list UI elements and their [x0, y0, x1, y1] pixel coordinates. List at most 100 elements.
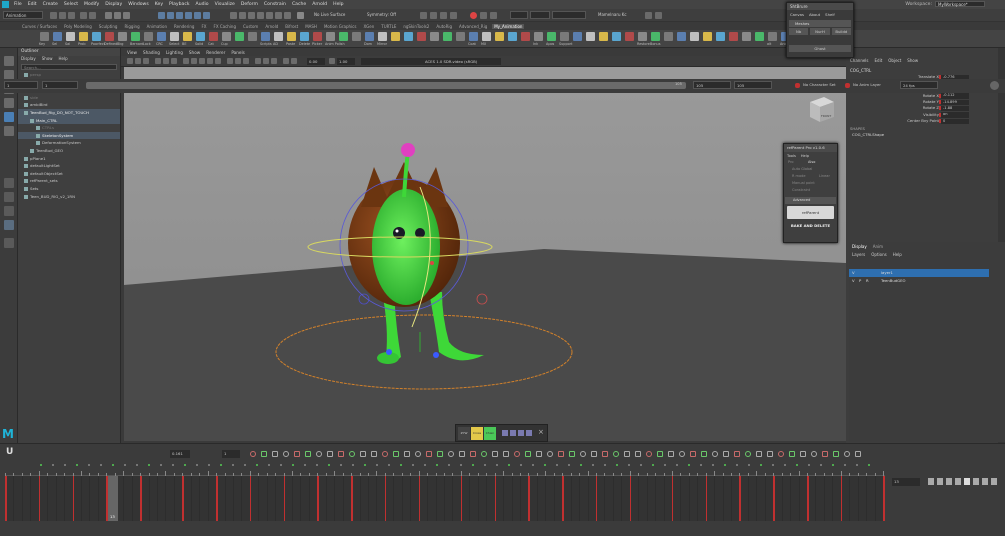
key-dot[interactable] — [484, 464, 486, 466]
menu-arnold[interactable]: Arnold — [312, 2, 327, 7]
tween-tool-icon[interactable] — [481, 451, 487, 457]
go-to-end-icon[interactable] — [991, 478, 997, 485]
camera-icon[interactable] — [135, 58, 141, 64]
shelf-button-icon[interactable] — [235, 32, 244, 41]
tween-tool-icon[interactable] — [569, 451, 575, 457]
tween-tool-icon[interactable] — [338, 451, 344, 457]
playback-end-field[interactable]: 105 — [693, 81, 731, 89]
prefs-icon[interactable] — [990, 81, 999, 90]
key-dot[interactable] — [724, 464, 726, 466]
key-dot[interactable] — [100, 464, 102, 466]
keyframe-marker[interactable] — [840, 476, 843, 521]
key-dot[interactable] — [220, 464, 222, 466]
key-dot[interactable] — [196, 464, 198, 466]
tween-tool-icon[interactable] — [800, 451, 806, 457]
step-back-key-icon[interactable] — [937, 478, 943, 485]
sign-in-label[interactable]: Mamelnaru Kc — [596, 11, 640, 19]
tween-tool-icon[interactable] — [789, 451, 795, 457]
key-dot[interactable] — [508, 464, 510, 466]
shelf-button-icon[interactable] — [287, 32, 296, 41]
shelf-button-icon[interactable] — [625, 32, 634, 41]
menu-playback[interactable]: Playback — [169, 2, 190, 7]
tween-tool-icon[interactable] — [657, 451, 663, 457]
keyframe-marker[interactable] — [140, 476, 142, 521]
key-dot[interactable] — [436, 464, 438, 466]
go-to-start-icon[interactable] — [928, 478, 934, 485]
shelf-tab[interactable]: Custom — [241, 24, 260, 29]
shelf-button-icon[interactable] — [534, 32, 543, 41]
tween-tool-icon[interactable] — [767, 451, 773, 457]
lights-icon[interactable] — [207, 58, 213, 64]
tween-tool-icon[interactable] — [415, 451, 421, 457]
input-field[interactable] — [530, 11, 550, 19]
tween-tool-icon[interactable] — [668, 451, 674, 457]
tween-tool-icon[interactable] — [580, 451, 586, 457]
selection-mask-icon[interactable] — [203, 12, 210, 19]
step-forward-frame-icon[interactable] — [973, 478, 979, 485]
keyframe-marker[interactable] — [883, 476, 885, 521]
channel-value[interactable]: on — [941, 112, 969, 118]
key-dot[interactable] — [388, 464, 390, 466]
manipulator-pivot[interactable] — [430, 261, 434, 265]
gamma-field[interactable]: 1.00 — [337, 58, 355, 65]
select-object-icon[interactable] — [114, 12, 121, 19]
tween-tool-icon[interactable] — [536, 451, 542, 457]
bake-delete-button[interactable]: BAKE AND DELETE — [784, 221, 837, 230]
menu-file[interactable]: File — [14, 2, 22, 7]
sw-button[interactable]: NurH — [810, 28, 830, 35]
outliner-row[interactable]: persp — [18, 71, 120, 79]
tween-tool-icon[interactable] — [294, 451, 300, 457]
snap-point-icon[interactable] — [248, 12, 255, 19]
keyframe-marker[interactable] — [384, 476, 387, 521]
tween-tool-icon[interactable] — [723, 451, 729, 457]
symmetry-label[interactable]: Symmetry: Off — [365, 11, 407, 19]
menu-modify[interactable]: Modify — [84, 2, 99, 7]
arnold-render-icon[interactable] — [470, 12, 477, 19]
grid-icon[interactable] — [155, 58, 161, 64]
key-dot[interactable] — [424, 464, 426, 466]
tween-tool-icon[interactable] — [646, 451, 652, 457]
key-dot[interactable] — [844, 464, 846, 466]
key-dot[interactable] — [328, 464, 330, 466]
menu-deform[interactable]: Deform — [241, 2, 258, 7]
isolate-icon[interactable] — [243, 58, 249, 64]
tween-tool-icon[interactable] — [437, 451, 443, 457]
shelf-tab[interactable]: FX — [199, 24, 208, 29]
shelf-button-icon[interactable] — [92, 32, 101, 41]
rp-menu-tools[interactable]: Tools — [787, 154, 796, 158]
tween-tool-icon[interactable] — [734, 451, 740, 457]
tween-tool-icon[interactable] — [503, 451, 509, 457]
select-tool-icon[interactable] — [4, 56, 14, 66]
key-dot[interactable] — [676, 464, 678, 466]
shelf-button-icon[interactable] — [599, 32, 608, 41]
rp-advanced[interactable]: Advanced — [785, 197, 836, 204]
hypershade-icon[interactable] — [480, 12, 487, 19]
shelf-button-icon[interactable] — [560, 32, 569, 41]
shelf-button-icon[interactable] — [170, 32, 179, 41]
menu-edit[interactable]: Edit — [28, 2, 37, 7]
keyframe-marker[interactable] — [72, 476, 75, 521]
keyframe-marker[interactable] — [351, 476, 353, 521]
sw-menu-shelf[interactable]: Shelf — [825, 12, 835, 17]
key-dot[interactable] — [40, 464, 42, 466]
shelf-button-icon[interactable] — [755, 32, 764, 41]
anim-end-field[interactable]: 105 — [734, 81, 772, 89]
key-dot[interactable] — [412, 464, 414, 466]
step-forward-key-icon[interactable] — [982, 478, 988, 485]
rp-option[interactable]: Constraint — [784, 188, 837, 195]
keyframe-marker[interactable] — [5, 476, 7, 521]
menu-audio[interactable]: Audio — [196, 2, 209, 7]
key-dot[interactable] — [664, 464, 666, 466]
tween-tool-icon[interactable] — [283, 451, 289, 457]
tween-tool-icon[interactable] — [404, 451, 410, 457]
tween-tool-icon[interactable] — [712, 451, 718, 457]
shelf-button-icon[interactable] — [183, 32, 192, 41]
pose-icon[interactable] — [510, 430, 516, 436]
selection-mask-icon[interactable] — [158, 12, 165, 19]
outliner-row[interactable]: defaultLightSet — [18, 162, 120, 170]
layer-row[interactable]: V P R TeenBudGEO — [849, 277, 989, 285]
layer-tab-anim[interactable]: Anim — [873, 244, 883, 249]
time-slider[interactable] — [5, 476, 885, 521]
vp-menu-lighting[interactable]: Lighting — [166, 50, 183, 55]
key-dot[interactable] — [400, 464, 402, 466]
